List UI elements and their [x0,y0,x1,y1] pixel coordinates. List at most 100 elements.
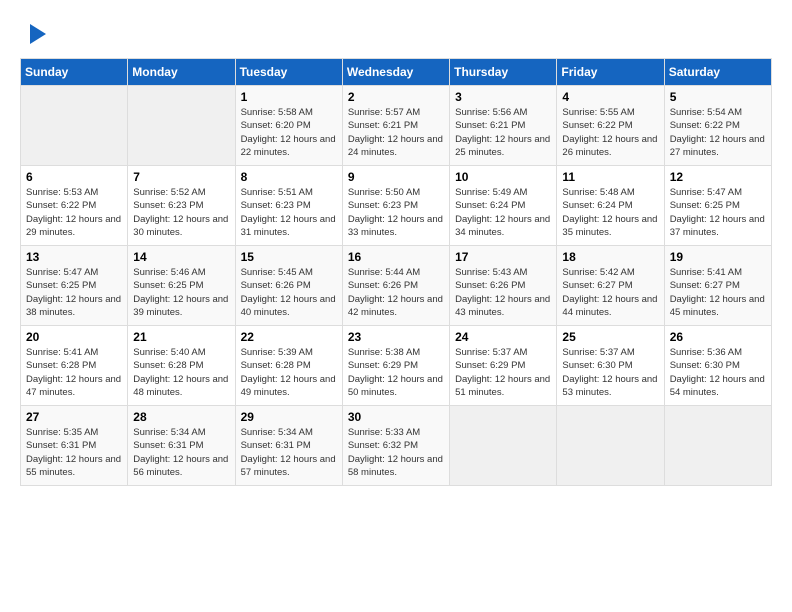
day-number: 26 [670,330,766,344]
calendar-body: 1Sunrise: 5:58 AMSunset: 6:20 PMDaylight… [21,86,772,486]
header-day-sunday: Sunday [21,59,128,86]
day-info: Sunrise: 5:37 AMSunset: 6:30 PMDaylight:… [562,346,658,399]
day-cell: 10 Sunrise: 5:49 AMSunset: 6:24 PMDayligh… [450,166,557,246]
day-info: Sunrise: 5:33 AMSunset: 6:32 PMDaylight:… [348,426,444,479]
day-cell: 28 Sunrise: 5:34 AMSunset: 6:31 PMDayligh… [128,406,235,486]
day-cell: 12 Sunrise: 5:47 AMSunset: 6:25 PMDayligh… [664,166,771,246]
day-number: 17 [455,250,551,264]
day-info: Sunrise: 5:47 AMSunset: 6:25 PMDaylight:… [670,186,766,239]
day-number: 15 [241,250,337,264]
day-info: Sunrise: 5:34 AMSunset: 6:31 PMDaylight:… [133,426,229,479]
day-info: Sunrise: 5:45 AMSunset: 6:26 PMDaylight:… [241,266,337,319]
week-row-2: 6Sunrise: 5:53 AMSunset: 6:22 PMDaylight… [21,166,772,246]
logo [20,20,50,48]
header-day-monday: Monday [128,59,235,86]
day-cell: 2 Sunrise: 5:57 AMSunset: 6:21 PMDaylight… [342,86,449,166]
day-info: Sunrise: 5:41 AMSunset: 6:27 PMDaylight:… [670,266,766,319]
day-number: 25 [562,330,658,344]
week-row-1: 1Sunrise: 5:58 AMSunset: 6:20 PMDaylight… [21,86,772,166]
day-cell: 8Sunrise: 5:51 AMSunset: 6:23 PMDaylight… [235,166,342,246]
day-cell: 18 Sunrise: 5:42 AMSunset: 6:27 PMDayligh… [557,246,664,326]
day-info: Sunrise: 5:40 AMSunset: 6:28 PMDaylight:… [133,346,229,399]
day-cell [664,406,771,486]
day-info: Sunrise: 5:57 AMSunset: 6:21 PMDaylight:… [348,106,444,159]
day-number: 14 [133,250,229,264]
logo-icon [22,20,50,48]
day-info: Sunrise: 5:49 AMSunset: 6:24 PMDaylight:… [455,186,551,239]
day-info: Sunrise: 5:36 AMSunset: 6:30 PMDaylight:… [670,346,766,399]
day-cell: 23 Sunrise: 5:38 AMSunset: 6:29 PMDayligh… [342,326,449,406]
day-info: Sunrise: 5:42 AMSunset: 6:27 PMDaylight:… [562,266,658,319]
day-cell: 6Sunrise: 5:53 AMSunset: 6:22 PMDaylight… [21,166,128,246]
day-cell: 13 Sunrise: 5:47 AMSunset: 6:25 PMDayligh… [21,246,128,326]
week-row-3: 13 Sunrise: 5:47 AMSunset: 6:25 PMDayligh… [21,246,772,326]
day-cell: 15 Sunrise: 5:45 AMSunset: 6:26 PMDayligh… [235,246,342,326]
day-cell: 17 Sunrise: 5:43 AMSunset: 6:26 PMDayligh… [450,246,557,326]
day-cell [21,86,128,166]
day-info: Sunrise: 5:39 AMSunset: 6:28 PMDaylight:… [241,346,337,399]
day-number: 1 [241,90,337,104]
day-info: Sunrise: 5:47 AMSunset: 6:25 PMDaylight:… [26,266,122,319]
day-number: 24 [455,330,551,344]
day-info: Sunrise: 5:34 AMSunset: 6:31 PMDaylight:… [241,426,337,479]
day-cell: 21 Sunrise: 5:40 AMSunset: 6:28 PMDayligh… [128,326,235,406]
day-info: Sunrise: 5:41 AMSunset: 6:28 PMDaylight:… [26,346,122,399]
header-day-tuesday: Tuesday [235,59,342,86]
day-number: 3 [455,90,551,104]
day-number: 6 [26,170,122,184]
header-day-wednesday: Wednesday [342,59,449,86]
day-cell: 1Sunrise: 5:58 AMSunset: 6:20 PMDaylight… [235,86,342,166]
day-number: 16 [348,250,444,264]
day-info: Sunrise: 5:44 AMSunset: 6:26 PMDaylight:… [348,266,444,319]
week-row-5: 27 Sunrise: 5:35 AMSunset: 6:31 PMDayligh… [21,406,772,486]
day-number: 30 [348,410,444,424]
day-number: 2 [348,90,444,104]
day-info: Sunrise: 5:43 AMSunset: 6:26 PMDaylight:… [455,266,551,319]
day-cell: 5 Sunrise: 5:54 AMSunset: 6:22 PMDaylight… [664,86,771,166]
day-cell: 29 Sunrise: 5:34 AMSunset: 6:31 PMDayligh… [235,406,342,486]
day-cell: 3 Sunrise: 5:56 AMSunset: 6:21 PMDaylight… [450,86,557,166]
calendar-header: SundayMondayTuesdayWednesdayThursdayFrid… [21,59,772,86]
day-info: Sunrise: 5:56 AMSunset: 6:21 PMDaylight:… [455,106,551,159]
day-info: Sunrise: 5:48 AMSunset: 6:24 PMDaylight:… [562,186,658,239]
calendar-table: SundayMondayTuesdayWednesdayThursdayFrid… [20,58,772,486]
day-info: Sunrise: 5:55 AMSunset: 6:22 PMDaylight:… [562,106,658,159]
day-cell: 25 Sunrise: 5:37 AMSunset: 6:30 PMDayligh… [557,326,664,406]
day-cell: 11 Sunrise: 5:48 AMSunset: 6:24 PMDayligh… [557,166,664,246]
header-day-friday: Friday [557,59,664,86]
day-number: 21 [133,330,229,344]
day-number: 9 [348,170,444,184]
day-info: Sunrise: 5:46 AMSunset: 6:25 PMDaylight:… [133,266,229,319]
day-number: 7 [133,170,229,184]
day-number: 10 [455,170,551,184]
day-info: Sunrise: 5:52 AMSunset: 6:23 PMDaylight:… [133,186,229,239]
day-info: Sunrise: 5:35 AMSunset: 6:31 PMDaylight:… [26,426,122,479]
day-cell: 22Sunrise: 5:39 AMSunset: 6:28 PMDayligh… [235,326,342,406]
day-info: Sunrise: 5:51 AMSunset: 6:23 PMDaylight:… [241,186,337,239]
day-number: 18 [562,250,658,264]
header-day-saturday: Saturday [664,59,771,86]
day-cell: 7 Sunrise: 5:52 AMSunset: 6:23 PMDaylight… [128,166,235,246]
day-number: 5 [670,90,766,104]
day-info: Sunrise: 5:38 AMSunset: 6:29 PMDaylight:… [348,346,444,399]
page-header [20,20,772,48]
header-day-thursday: Thursday [450,59,557,86]
day-cell: 9Sunrise: 5:50 AMSunset: 6:23 PMDaylight… [342,166,449,246]
week-row-4: 20 Sunrise: 5:41 AMSunset: 6:28 PMDayligh… [21,326,772,406]
day-number: 12 [670,170,766,184]
day-info: Sunrise: 5:54 AMSunset: 6:22 PMDaylight:… [670,106,766,159]
day-number: 20 [26,330,122,344]
day-number: 28 [133,410,229,424]
day-cell: 16 Sunrise: 5:44 AMSunset: 6:26 PMDayligh… [342,246,449,326]
day-cell: 19 Sunrise: 5:41 AMSunset: 6:27 PMDayligh… [664,246,771,326]
day-number: 27 [26,410,122,424]
day-number: 19 [670,250,766,264]
day-number: 13 [26,250,122,264]
day-cell [128,86,235,166]
day-number: 29 [241,410,337,424]
day-cell [450,406,557,486]
day-number: 23 [348,330,444,344]
day-number: 11 [562,170,658,184]
day-cell: 20 Sunrise: 5:41 AMSunset: 6:28 PMDayligh… [21,326,128,406]
day-cell: 4Sunrise: 5:55 AMSunset: 6:22 PMDaylight… [557,86,664,166]
